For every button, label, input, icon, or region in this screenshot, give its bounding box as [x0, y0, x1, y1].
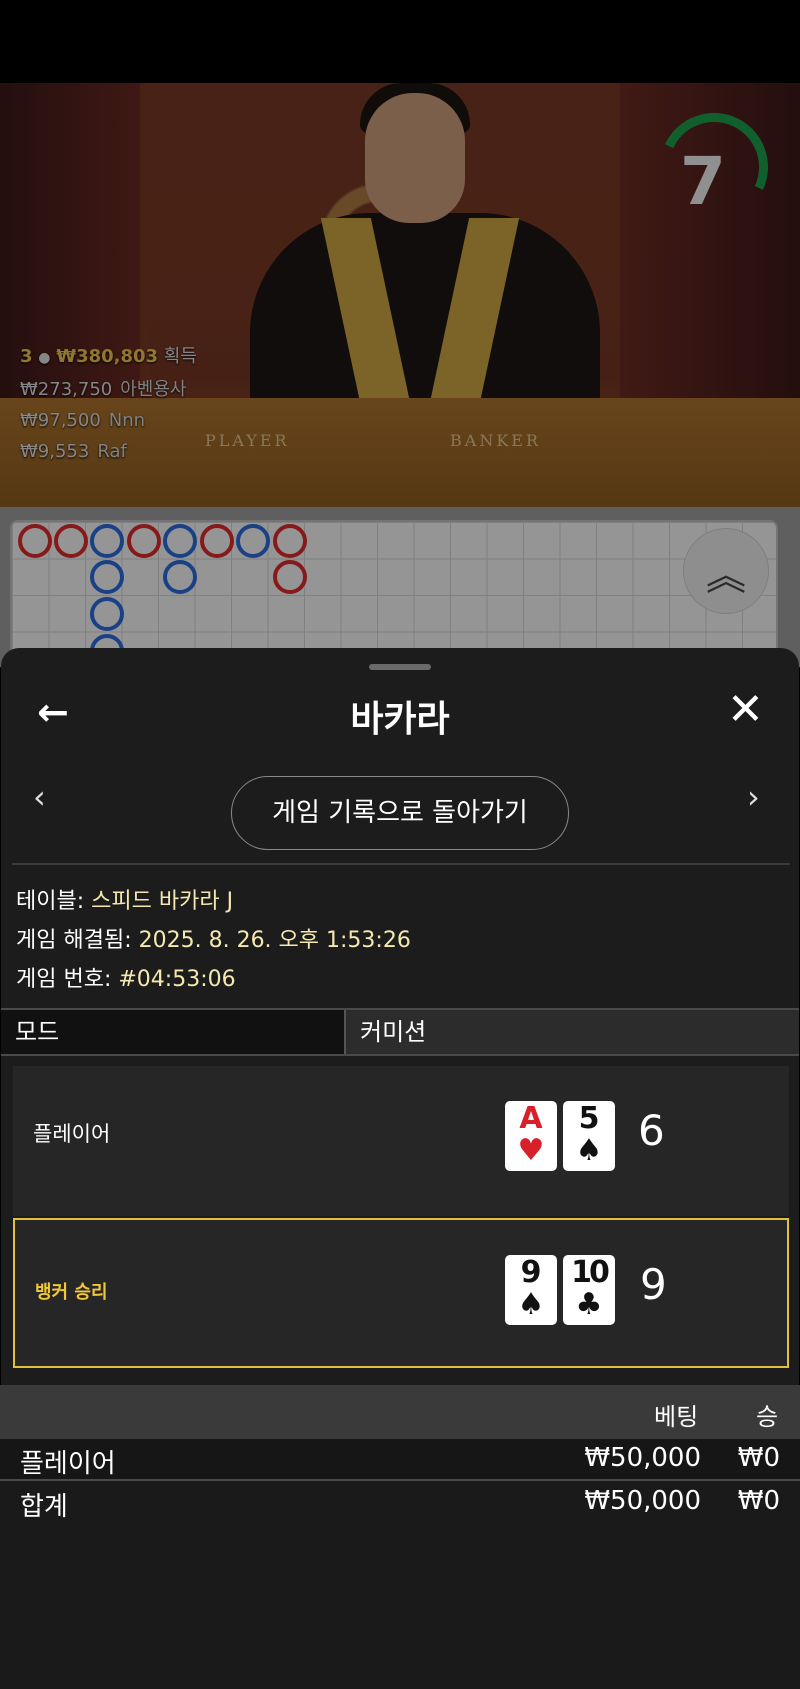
return-to-history-button[interactable]: 게임 기록으로 돌아가기 — [231, 776, 569, 850]
bets-header: 베팅 승 — [0, 1385, 800, 1439]
divider — [12, 863, 790, 865]
close-icon[interactable]: ✕ — [727, 684, 764, 735]
player-hand: 플레이어 A ♥ 5 ♠ 6 — [13, 1066, 789, 1216]
playing-card: 9 ♠ — [505, 1255, 557, 1325]
tab-commission[interactable]: 커미션 — [346, 1010, 799, 1054]
hand-label: 뱅커 승리 — [35, 1282, 108, 1303]
hand-label: 플레이어 — [33, 1122, 111, 1146]
info-resolved: 게임 해결됨: 2025. 8. 26. 오후 1:53:26 — [16, 928, 411, 953]
tab-mode[interactable]: 모드 — [1, 1010, 346, 1054]
prev-game-chevron-icon[interactable]: ‹ — [33, 778, 46, 816]
sheet-drag-handle[interactable] — [369, 664, 431, 670]
playing-card: 10 ♣ — [563, 1255, 615, 1325]
hand-score: 6 — [638, 1106, 665, 1155]
background-dim-overlay — [0, 83, 800, 667]
top-black-bar — [0, 0, 800, 83]
hand-score: 9 — [640, 1260, 667, 1309]
next-game-chevron-icon[interactable]: › — [747, 778, 760, 816]
info-game-number: 게임 번호: #04:53:06 — [16, 967, 236, 992]
banker-hand: 뱅커 승리 9 ♠ 10 ♣ 9 — [13, 1218, 789, 1368]
mode-tabs: 모드 커미션 — [1, 1008, 799, 1056]
info-table: 테이블: 스피드 바카라 J — [16, 889, 234, 914]
playing-card: 5 ♠ — [563, 1101, 615, 1171]
playing-card: A ♥ — [505, 1101, 557, 1171]
sheet-title: 바카라 — [350, 699, 450, 740]
bets-header-bet: 베팅 — [654, 1403, 699, 1431]
bets-header-win: 승 — [756, 1403, 779, 1431]
